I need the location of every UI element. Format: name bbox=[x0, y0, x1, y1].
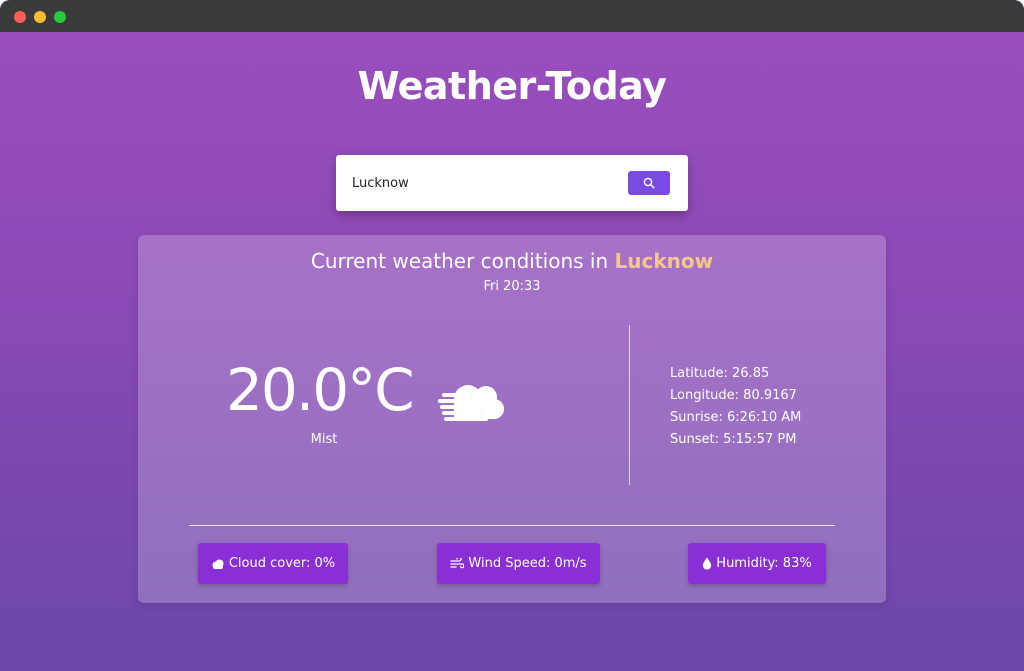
location-info: Latitude: 26.85 Longitude: 80.9167 Sunri… bbox=[670, 363, 801, 451]
app-window: Weather-Today Current weather conditions… bbox=[0, 0, 1024, 671]
search-icon bbox=[643, 177, 655, 189]
cloud-cover-badge: Cloud cover: 0% bbox=[198, 543, 348, 584]
heading-prefix: Current weather conditions in bbox=[310, 249, 609, 273]
window-titlebar bbox=[0, 0, 1024, 32]
temperature: 20.0°C bbox=[226, 356, 415, 424]
vertical-divider bbox=[629, 325, 630, 485]
humidity-badge: Humidity: 83% bbox=[688, 543, 826, 584]
minimize-window-button[interactable] bbox=[34, 11, 46, 23]
wind-icon bbox=[450, 558, 465, 569]
city-name: Lucknow bbox=[614, 249, 714, 273]
weather-card: Current weather conditions in Lucknow Fr… bbox=[138, 235, 886, 603]
latitude: Latitude: 26.85 bbox=[670, 366, 770, 381]
cloud-cover-label: Cloud cover: 0% bbox=[228, 556, 336, 571]
longitude: Longitude: 80.9167 bbox=[670, 388, 797, 403]
wind-speed-badge: Wind Speed: 0m/s bbox=[437, 543, 600, 584]
sunrise: Sunrise: 6:26:10 AM bbox=[670, 410, 802, 425]
app-title: Weather-Today bbox=[357, 64, 667, 108]
search-button[interactable] bbox=[628, 171, 670, 195]
weather-heading: Current weather conditions in Lucknow bbox=[138, 249, 886, 273]
search-bar bbox=[336, 155, 688, 211]
wind-speed-label: Wind Speed: 0m/s bbox=[468, 556, 587, 571]
horizontal-divider bbox=[189, 525, 835, 526]
weather-condition: Mist bbox=[310, 432, 338, 447]
date-time: Fri 20:33 bbox=[483, 279, 541, 294]
search-input[interactable] bbox=[352, 172, 602, 194]
cloud-icon bbox=[211, 559, 225, 569]
close-window-button[interactable] bbox=[14, 11, 26, 23]
sunset: Sunset: 5:15:57 PM bbox=[670, 432, 797, 447]
mist-cloud-icon bbox=[438, 385, 504, 421]
water-drop-icon bbox=[702, 557, 712, 570]
maximize-window-button[interactable] bbox=[54, 11, 66, 23]
humidity-label: Humidity: 83% bbox=[716, 556, 812, 571]
